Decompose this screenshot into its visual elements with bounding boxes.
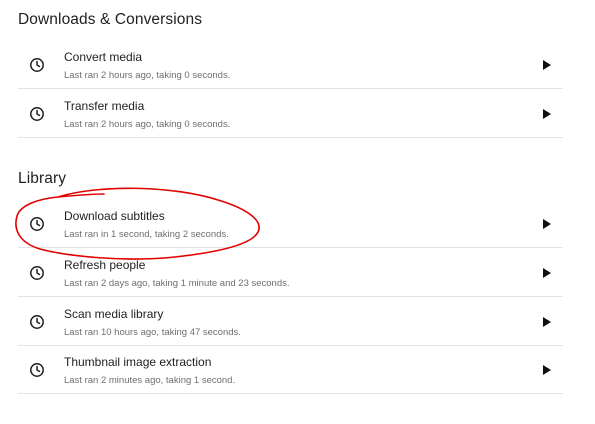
clock-icon xyxy=(30,217,44,231)
task-name: Scan media library xyxy=(64,307,164,321)
play-icon[interactable] xyxy=(543,268,551,278)
clock-icon xyxy=(30,315,44,329)
task-row-thumbnail-image-extraction[interactable]: Thumbnail image extraction Last ran 2 mi… xyxy=(18,346,563,394)
section-title-library: Library xyxy=(18,170,67,187)
task-last-run: Last ran 2 days ago, taking 1 minute and… xyxy=(64,278,290,289)
section-title-downloads-conversions: Downloads & Conversions xyxy=(18,11,203,28)
task-name: Thumbnail image extraction xyxy=(64,355,212,369)
task-row-refresh-people[interactable]: Refresh people Last ran 2 days ago, taki… xyxy=(18,249,563,297)
clock-icon xyxy=(30,266,44,280)
task-last-run: Last ran 10 hours ago, taking 47 seconds… xyxy=(64,327,241,338)
task-name: Convert media xyxy=(64,50,143,64)
task-last-run: Last ran 2 minutes ago, taking 1 second. xyxy=(64,375,236,386)
play-icon[interactable] xyxy=(543,365,551,375)
clock-icon xyxy=(30,363,44,377)
task-row-convert-media[interactable]: Convert media Last ran 2 hours ago, taki… xyxy=(18,41,563,89)
clock-icon xyxy=(30,58,44,72)
clock-icon xyxy=(30,107,44,121)
play-icon[interactable] xyxy=(543,219,551,229)
task-row-download-subtitles[interactable]: Download subtitles Last ran in 1 second,… xyxy=(18,200,563,248)
play-icon[interactable] xyxy=(543,317,551,327)
task-last-run: Last ran 2 hours ago, taking 0 seconds. xyxy=(64,119,231,130)
task-last-run: Last ran in 1 second, taking 2 seconds. xyxy=(64,229,229,240)
play-icon[interactable] xyxy=(543,109,551,119)
task-last-run: Last ran 2 hours ago, taking 0 seconds. xyxy=(64,70,231,81)
task-name: Refresh people xyxy=(64,258,146,272)
task-row-scan-media-library[interactable]: Scan media library Last ran 10 hours ago… xyxy=(18,298,563,346)
play-icon[interactable] xyxy=(543,60,551,70)
task-row-transfer-media[interactable]: Transfer media Last ran 2 hours ago, tak… xyxy=(18,90,563,138)
task-name: Transfer media xyxy=(64,99,145,113)
task-name: Download subtitles xyxy=(64,209,165,223)
